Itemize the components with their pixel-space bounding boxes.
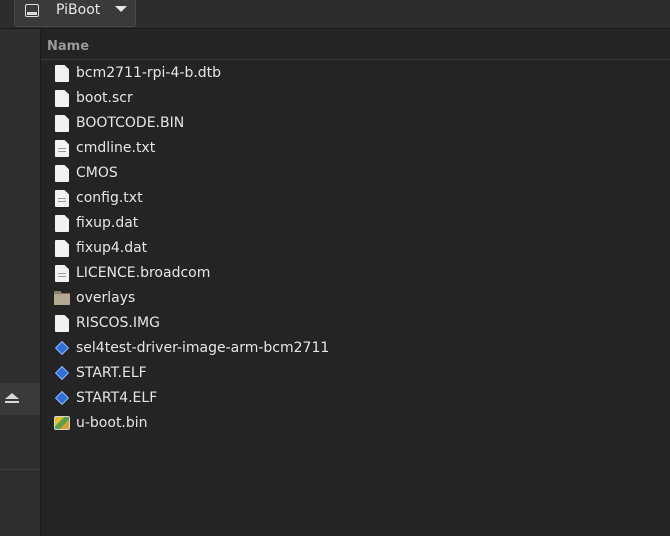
file-name: RISCOS.IMG: [76, 315, 160, 331]
text-file-icon: [55, 265, 69, 282]
eject-button[interactable]: [0, 383, 40, 415]
file-row[interactable]: BOOTCODE.BIN: [41, 111, 670, 136]
folder-icon: [54, 291, 70, 305]
file-icon: [55, 115, 69, 132]
file-name: BOOTCODE.BIN: [76, 115, 185, 131]
file-row[interactable]: bcm2711-rpi-4-b.dtb: [41, 61, 670, 86]
file-name: cmdline.txt: [76, 140, 156, 156]
executable-icon: [54, 390, 70, 407]
file-row[interactable]: fixup.dat: [41, 211, 670, 236]
file-name: overlays: [76, 290, 136, 306]
chevron-down-icon: [115, 6, 127, 12]
location-bar: PiBoot: [0, 0, 670, 29]
file-row[interactable]: boot.scr: [41, 86, 670, 111]
file-name: LICENCE.broadcom: [76, 265, 211, 281]
eject-icon: [5, 393, 19, 405]
location-dropdown-button[interactable]: PiBoot: [14, 0, 136, 27]
file-name: CMOS: [76, 165, 118, 181]
file-name: sel4test-driver-image-arm-bcm2711: [76, 340, 330, 356]
file-row[interactable]: sel4test-driver-image-arm-bcm2711: [41, 336, 670, 361]
file-icon: [55, 65, 69, 82]
file-list: bcm2711-rpi-4-b.dtb boot.scr BOOTCODE.BIN c…: [41, 61, 670, 436]
file-name: fixup.dat: [76, 215, 139, 231]
file-name: config.txt: [76, 190, 143, 206]
file-icon: [55, 215, 69, 232]
location-label: PiBoot: [56, 2, 101, 18]
file-row[interactable]: cmdline.txt: [41, 136, 670, 161]
file-row[interactable]: fixup4.dat: [41, 236, 670, 261]
drive-icon: [25, 4, 39, 17]
file-view: Name bcm2711-rpi-4-b.dtb boot.scr BOOTCODE…: [41, 29, 670, 536]
file-icon: [55, 165, 69, 182]
file-name: fixup4.dat: [76, 240, 148, 256]
file-row[interactable]: START4.ELF: [41, 386, 670, 411]
file-row[interactable]: RISCOS.IMG: [41, 311, 670, 336]
sidebar-divider: [0, 469, 40, 470]
file-icon: [55, 315, 69, 332]
file-row[interactable]: START.ELF: [41, 361, 670, 386]
file-name: START4.ELF: [76, 390, 158, 406]
file-name: boot.scr: [76, 90, 133, 106]
executable-icon: [54, 340, 70, 357]
file-name: u-boot.bin: [76, 415, 148, 431]
name-column-header[interactable]: Name: [41, 37, 670, 60]
sidebar: [0, 29, 41, 536]
file-icon: [55, 90, 69, 107]
file-name: bcm2711-rpi-4-b.dtb: [76, 65, 222, 81]
binary-image-icon: [54, 416, 70, 430]
file-row[interactable]: overlays: [41, 286, 670, 311]
file-row[interactable]: LICENCE.broadcom: [41, 261, 670, 286]
text-file-icon: [55, 190, 69, 207]
file-name: START.ELF: [76, 365, 147, 381]
name-column-label: Name: [47, 39, 90, 54]
executable-icon: [54, 365, 70, 382]
file-row[interactable]: CMOS: [41, 161, 670, 186]
text-file-icon: [55, 140, 69, 157]
file-row[interactable]: u-boot.bin: [41, 411, 670, 436]
file-row[interactable]: config.txt: [41, 186, 670, 211]
file-icon: [55, 240, 69, 257]
